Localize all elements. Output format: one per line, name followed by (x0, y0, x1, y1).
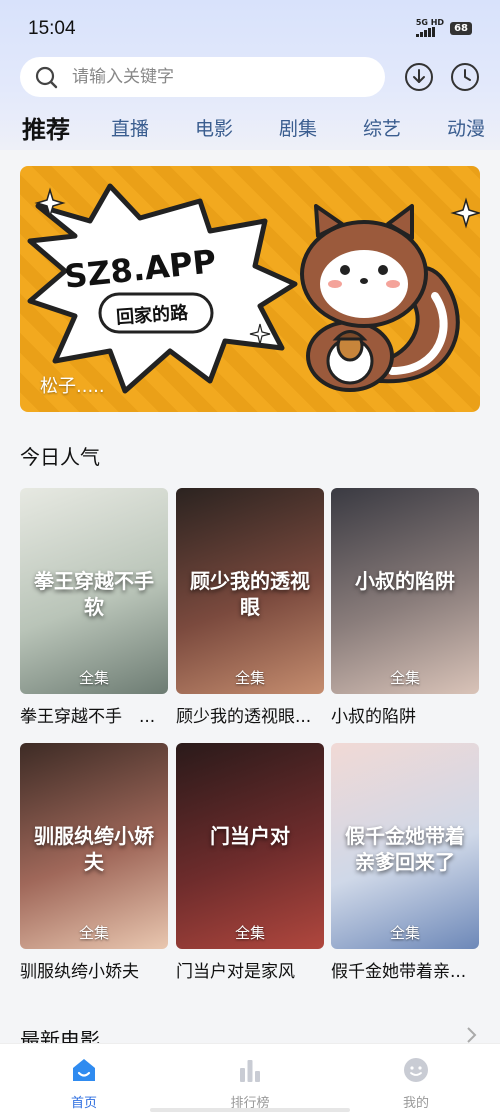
video-poster[interactable]: 门当户对 全集 (176, 743, 324, 949)
episode-badge: 全集 (234, 924, 265, 942)
banner-tagline: 回家的路 (115, 302, 189, 329)
episode-badge: 全集 (78, 669, 109, 687)
poster-title-art: 小叔的陷阱 (355, 569, 455, 593)
bottom-nav: 首页 排行榜 我的 (0, 1043, 500, 1115)
popular-section-title: 今日人气 (20, 445, 100, 469)
video-poster[interactable]: 小叔的陷阱 全集 (331, 488, 479, 694)
download-icon[interactable] (403, 61, 435, 93)
status-bar: 15:04 5G HD 68 (0, 0, 500, 56)
tab-anime[interactable]: 动漫 (447, 114, 485, 141)
video-card[interactable]: 小叔的陷阱 全集 小叔的陷阱 (331, 488, 479, 727)
nav-profile-label: 我的 (402, 1096, 429, 1111)
history-clock-icon[interactable] (449, 61, 481, 93)
profile-face-icon (401, 1058, 431, 1088)
episode-badge: 全集 (389, 924, 420, 942)
poster-title-art: 顾少我的透视眼 (190, 569, 310, 619)
video-card[interactable]: 假千金她带着亲爹回来了 全集 假千金她带着亲... (331, 743, 479, 982)
episode-badge: 全集 (234, 669, 265, 687)
video-title[interactable]: 假千金她带着亲... (331, 957, 491, 982)
ranking-chart-icon (235, 1060, 265, 1088)
poster-title-art: 拳王穿越不手软 (34, 569, 154, 619)
video-card[interactable]: 门当户对 全集 门当户对是家风 (176, 743, 324, 982)
tab-variety[interactable]: 综艺 (363, 114, 401, 141)
poster-title-art: 门当户对 (210, 824, 290, 848)
battery-level: 68 (450, 21, 472, 35)
video-title[interactable]: 拳王穿越不手 ... (20, 702, 180, 727)
video-title[interactable]: 小叔的陷阱 (331, 702, 491, 727)
tab-movies[interactable]: 电影 (195, 114, 233, 141)
network-indicator: 5G HD (415, 18, 445, 37)
promo-banner[interactable]: SZ8.APP 回家的路 松子..... (20, 166, 480, 412)
search-input[interactable] (72, 67, 362, 87)
home-indicator (150, 1108, 350, 1112)
video-title[interactable]: 驯服纨绔小娇夫 (20, 957, 180, 982)
tab-live[interactable]: 直播 (111, 114, 149, 141)
banner-caption: 松子..... (40, 376, 105, 397)
nav-ranking[interactable]: 排行榜 (215, 1056, 285, 1111)
video-card[interactable]: 拳王穿越不手软 全集 拳王穿越不手 ... (20, 488, 168, 727)
poster-title-art: 假千金她带着亲爹回来了 (345, 824, 465, 874)
signal-icon (415, 27, 444, 37)
poster-title-art: 驯服纨绔小娇夫 (34, 824, 154, 874)
search-bar[interactable] (20, 57, 385, 97)
video-poster[interactable]: 拳王穿越不手软 全集 (20, 488, 168, 694)
network-label: 5G HD (415, 18, 445, 27)
status-indicators: 5G HD 68 (415, 18, 472, 37)
category-tabs: 推荐 直播 电影 剧集 综艺 动漫 (0, 108, 500, 152)
tab-series[interactable]: 剧集 (279, 114, 317, 141)
video-poster[interactable]: 顾少我的透视眼 全集 (176, 488, 324, 694)
video-title[interactable]: 顾少我的透视眼... (176, 702, 336, 727)
home-icon (69, 1059, 99, 1088)
nav-home[interactable]: 首页 (49, 1056, 119, 1111)
video-poster[interactable]: 假千金她带着亲爹回来了全集 (331, 743, 479, 949)
video-card[interactable]: 顾少我的透视眼 全集 顾少我的透视眼... (176, 488, 324, 727)
nav-profile[interactable]: 我的 (381, 1056, 451, 1111)
nav-home-label: 首页 (70, 1096, 97, 1111)
tab-recommend[interactable]: 推荐 (22, 110, 70, 145)
latest-movies-title: 最新电影 (20, 1028, 100, 1043)
episode-badge: 全集 (78, 924, 109, 942)
video-title[interactable]: 门当户对是家风 (176, 957, 336, 982)
search-icon (32, 57, 72, 97)
status-time: 15:04 (28, 18, 76, 39)
video-poster[interactable]: 驯服纨绔小娇夫 全集 (20, 743, 168, 949)
episode-badge: 全集 (389, 669, 420, 687)
video-card[interactable]: 驯服纨绔小娇夫 全集 驯服纨绔小娇夫 (20, 743, 168, 982)
